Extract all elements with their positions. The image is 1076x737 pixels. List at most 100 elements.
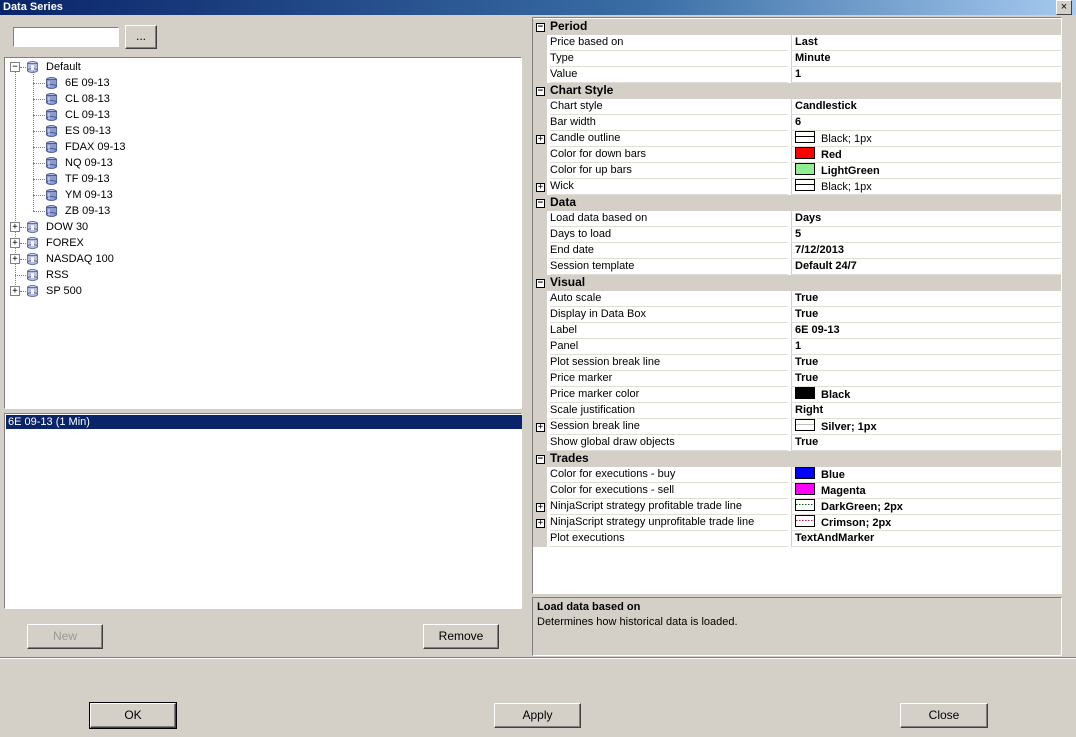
property-value[interactable]: 6E 09-13 [791, 323, 1061, 339]
property-row[interactable]: Color for executions - sell Magenta [533, 483, 1061, 499]
series-list-item-selected[interactable]: 6E 09-13 (1 Min) [6, 415, 522, 429]
tree-node-group[interactable]: + FOREX [5, 235, 205, 251]
category-data[interactable]: − Data [533, 195, 1061, 211]
property-row[interactable]: Color for executions - buy Blue [533, 467, 1061, 483]
tree-node-instrument[interactable]: YM 09-13 [5, 187, 205, 203]
collapse-icon[interactable]: − [536, 199, 545, 208]
tree-node-instrument[interactable]: TF 09-13 [5, 171, 205, 187]
property-row[interactable]: Label 6E 09-13 [533, 323, 1061, 339]
property-row[interactable]: + Wick Black; 1px [533, 179, 1061, 195]
property-value[interactable]: Right [791, 403, 1061, 419]
property-row[interactable]: + NinjaScript strategy unprofitable trade… [533, 515, 1061, 531]
property-value[interactable]: True [791, 355, 1061, 371]
property-value[interactable]: 7/12/2013 [791, 243, 1061, 259]
browse-button[interactable]: ... [125, 25, 157, 49]
property-value[interactable]: 6 [791, 115, 1061, 131]
property-row[interactable]: Price marker True [533, 371, 1061, 387]
expand-icon[interactable]: + [536, 135, 545, 144]
property-row[interactable]: Load data based on Days [533, 211, 1061, 227]
property-value[interactable]: DarkGreen; 2px [791, 499, 1061, 515]
property-row[interactable]: Show global draw objects True [533, 435, 1061, 451]
collapse-icon[interactable]: − [536, 279, 545, 288]
expand-icon[interactable]: + [536, 519, 545, 528]
tree-node-instrument[interactable]: ZB 09-13 [5, 203, 205, 219]
property-row[interactable]: Bar width 6 [533, 115, 1061, 131]
collapse-icon[interactable]: − [536, 455, 545, 464]
property-row[interactable]: Plot session break line True [533, 355, 1061, 371]
property-value[interactable]: LightGreen [791, 163, 1061, 179]
property-row[interactable]: Type Minute [533, 51, 1061, 67]
property-row[interactable]: Color for up bars LightGreen [533, 163, 1061, 179]
expand-icon[interactable]: + [10, 254, 20, 264]
tree-node-instrument[interactable]: CL 09-13 [5, 107, 205, 123]
property-row[interactable]: Color for down bars Red [533, 147, 1061, 163]
category-trades[interactable]: − Trades [533, 451, 1061, 467]
series-list[interactable]: 6E 09-13 (1 Min) [4, 413, 522, 609]
property-row[interactable]: Price based on Last [533, 35, 1061, 51]
tree-node-group[interactable]: RSS [5, 267, 205, 283]
property-row[interactable]: Price marker color Black [533, 387, 1061, 403]
tree-node-instrument[interactable]: ES 09-13 [5, 123, 205, 139]
tree-node-group[interactable]: + SP 500 [5, 283, 205, 299]
property-value[interactable]: 1 [791, 339, 1061, 355]
property-value[interactable]: True [791, 307, 1061, 323]
property-value[interactable]: Days [791, 211, 1061, 227]
property-value[interactable]: Default 24/7 [791, 259, 1061, 275]
property-value[interactable]: True [791, 371, 1061, 387]
expand-icon[interactable]: + [10, 222, 20, 232]
instrument-input[interactable] [13, 27, 119, 47]
remove-button[interactable]: Remove [423, 624, 499, 649]
ok-button[interactable]: OK [89, 702, 177, 729]
close-window-button[interactable]: × [1056, 0, 1072, 15]
property-row[interactable]: + NinjaScript strategy profitable trade l… [533, 499, 1061, 515]
property-row[interactable]: End date 7/12/2013 [533, 243, 1061, 259]
collapse-icon[interactable]: − [536, 23, 545, 32]
property-value[interactable]: TextAndMarker [791, 531, 1061, 547]
apply-button[interactable]: Apply [494, 703, 581, 728]
property-value[interactable]: 5 [791, 227, 1061, 243]
property-row[interactable]: Plot executions TextAndMarker [533, 531, 1061, 547]
category-visual[interactable]: − Visual [533, 275, 1061, 291]
tree-node-instrument[interactable]: 6E 09-13 [5, 75, 205, 91]
tree-node-instrument[interactable]: CL 08-13 [5, 91, 205, 107]
property-value[interactable]: 1 [791, 67, 1061, 83]
property-value[interactable]: Magenta [791, 483, 1061, 499]
property-value[interactable]: Crimson; 2px [791, 515, 1061, 531]
property-value[interactable]: Red [791, 147, 1061, 163]
property-value[interactable]: Silver; 1px [791, 419, 1061, 435]
property-row[interactable]: Auto scale True [533, 291, 1061, 307]
category-chart-style[interactable]: − Chart Style [533, 83, 1061, 99]
close-button[interactable]: Close [900, 703, 988, 728]
instrument-tree[interactable]: − Default 6E 09-13 CL 08-13 CL 09-13 ES 09-13… [4, 57, 522, 409]
tree-node-default[interactable]: − Default [5, 59, 205, 75]
property-row[interactable]: + Candle outline Black; 1px [533, 131, 1061, 147]
expand-icon[interactable]: + [536, 423, 545, 432]
property-value[interactable]: Minute [791, 51, 1061, 67]
property-row[interactable]: Panel 1 [533, 339, 1061, 355]
property-value[interactable]: True [791, 435, 1061, 451]
property-value[interactable]: Black [791, 387, 1061, 403]
property-value[interactable]: Black; 1px [791, 179, 1061, 195]
property-value[interactable]: Last [791, 35, 1061, 51]
collapse-icon[interactable]: − [10, 62, 20, 72]
expand-icon[interactable]: + [536, 183, 545, 192]
property-row[interactable]: Scale justification Right [533, 403, 1061, 419]
expand-icon[interactable]: + [10, 238, 20, 248]
expand-icon[interactable]: + [536, 503, 545, 512]
property-row[interactable]: + Session break line Silver; 1px [533, 419, 1061, 435]
property-value[interactable]: True [791, 291, 1061, 307]
tree-node-group[interactable]: + DOW 30 [5, 219, 205, 235]
expand-icon[interactable]: + [10, 286, 20, 296]
property-row[interactable]: Display in Data Box True [533, 307, 1061, 323]
property-value[interactable]: Blue [791, 467, 1061, 483]
property-row[interactable]: Days to load 5 [533, 227, 1061, 243]
property-grid[interactable]: − Period Price based on Last Type Minute Value… [532, 17, 1062, 594]
tree-node-group[interactable]: + NASDAQ 100 [5, 251, 205, 267]
new-button[interactable]: New [27, 624, 103, 649]
property-value[interactable]: Candlestick [791, 99, 1061, 115]
property-row[interactable]: Value 1 [533, 67, 1061, 83]
collapse-icon[interactable]: − [536, 87, 545, 96]
property-value[interactable]: Black; 1px [791, 131, 1061, 147]
property-row[interactable]: Chart style Candlestick [533, 99, 1061, 115]
tree-node-instrument[interactable]: FDAX 09-13 [5, 139, 205, 155]
